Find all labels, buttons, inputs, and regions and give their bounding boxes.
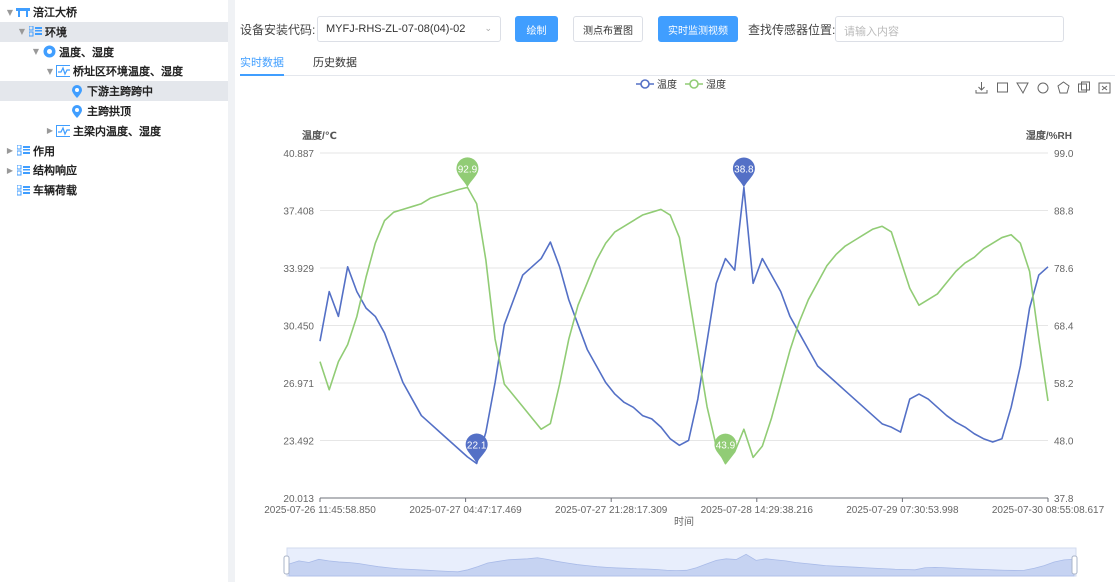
tree-node-label: 结构响应 bbox=[33, 164, 77, 178]
tree-node[interactable]: 车辆荷载 bbox=[0, 180, 228, 200]
device-code-label: 设备安装代码: bbox=[240, 23, 316, 37]
sidebar-tree: ▼ 涪江大桥 ▼ 环境 ▼ 温度、湿度 ▼ 桥址区环境温度、湿度 下游主跨跨中 主跨拱顶 ▶ 主梁内温… bbox=[0, 0, 228, 582]
caret-right-icon[interactable]: ▶ bbox=[44, 126, 56, 135]
caret-right-icon[interactable]: ▶ bbox=[4, 146, 16, 155]
device-code-select[interactable]: MYFJ-RHS-ZL-07-08(04)-02 ⌄ bbox=[317, 16, 501, 42]
data-tabs: 实时数据 历史数据 bbox=[240, 52, 1115, 76]
tree-node[interactable]: ▼ 温度、湿度 bbox=[0, 42, 228, 62]
chevron-down-icon: ⌄ bbox=[484, 23, 492, 33]
find-sensor-label: 查找传感器位置: bbox=[748, 23, 836, 37]
tree-node-label: 环境 bbox=[45, 25, 67, 39]
caret-down-icon[interactable]: ▼ bbox=[30, 47, 42, 56]
list-icon bbox=[16, 184, 30, 196]
tree-node[interactable]: ▼ 涪江大桥 bbox=[0, 2, 228, 22]
location-pin-icon bbox=[70, 84, 84, 98]
location-pin-icon bbox=[70, 104, 84, 118]
draw-button[interactable]: 绘制 bbox=[515, 16, 558, 42]
tree-node-label: 车辆荷载 bbox=[33, 184, 77, 198]
list-icon bbox=[16, 164, 30, 176]
thermo-hub-icon bbox=[42, 45, 56, 58]
sidebar-divider bbox=[228, 0, 235, 582]
tree-node-label: 桥址区环境温度、湿度 bbox=[73, 65, 183, 79]
layout-diagram-button[interactable]: 测点布置图 bbox=[573, 16, 643, 42]
tab-history[interactable]: 历史数据 bbox=[313, 54, 357, 76]
tree-node-label: 温度、湿度 bbox=[59, 45, 114, 59]
caret-down-icon[interactable]: ▼ bbox=[4, 8, 16, 17]
tree-node[interactable]: ▶ 作用 bbox=[0, 141, 228, 161]
main-panel: 设备安装代码: MYFJ-RHS-ZL-07-08(04)-02 ⌄ 绘制 测点… bbox=[235, 0, 1115, 582]
tree-node[interactable]: 下游主跨跨中 bbox=[0, 81, 228, 102]
pulse-icon bbox=[56, 65, 70, 78]
list-icon bbox=[16, 145, 30, 157]
tree-node-label: 主跨拱顶 bbox=[87, 105, 131, 118]
tree-node[interactable]: 主跨拱顶 bbox=[0, 101, 228, 121]
tree-node-label: 涪江大桥 bbox=[33, 6, 77, 19]
bridge-icon bbox=[16, 6, 30, 18]
list-icon bbox=[28, 26, 42, 38]
tree-node[interactable]: ▶ 结构响应 bbox=[0, 160, 228, 180]
device-code-value: MYFJ-RHS-ZL-07-08(04)-02 bbox=[326, 23, 466, 35]
caret-down-icon[interactable]: ▼ bbox=[44, 67, 56, 76]
tree-node[interactable]: ▼ 环境 bbox=[0, 21, 228, 42]
tree-node-label: 主梁内温度、湿度 bbox=[73, 124, 161, 138]
toolbar: 设备安装代码: MYFJ-RHS-ZL-07-08(04)-02 ⌄ 绘制 测点… bbox=[235, 16, 1115, 42]
caret-right-icon[interactable]: ▶ bbox=[4, 166, 16, 175]
tree-node[interactable]: ▼ 桥址区环境温度、湿度 bbox=[0, 61, 228, 81]
pulse-icon bbox=[56, 124, 70, 137]
caret-down-icon[interactable]: ▼ bbox=[16, 27, 28, 36]
tree-node-label: 下游主跨跨中 bbox=[87, 85, 153, 99]
sensor-search-input[interactable]: 请输入内容 bbox=[835, 16, 1064, 42]
tab-realtime[interactable]: 实时数据 bbox=[240, 54, 284, 76]
tree-node[interactable]: ▶ 主梁内温度、湿度 bbox=[0, 121, 228, 141]
tree-node-label: 作用 bbox=[33, 144, 55, 158]
live-video-button[interactable]: 实时监测视频 bbox=[658, 16, 738, 42]
